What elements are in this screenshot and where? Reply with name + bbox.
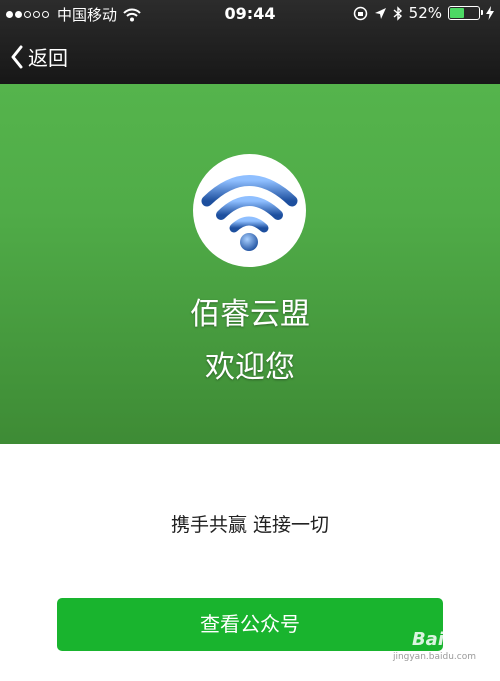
top-bar: 中国移动 09:44 52% 返回 — [0, 0, 500, 84]
status-right: 52% — [353, 4, 494, 22]
charging-bolt-icon — [486, 6, 494, 20]
back-label: 返回 — [28, 46, 68, 70]
battery-icon — [448, 6, 483, 20]
brand-title: 佰睿云盟 — [190, 297, 310, 332]
back-button[interactable]: 返回 — [10, 42, 68, 71]
view-official-account-button[interactable]: 查看公众号 — [57, 598, 443, 651]
chevron-left-icon — [11, 45, 23, 68]
logo-badge — [193, 154, 306, 267]
welcome-banner: 佰睿云盟 欢迎您 — [0, 84, 500, 444]
wifi-logo-icon — [201, 175, 298, 251]
slogan-text: 携手共赢 连接一切 — [170, 514, 330, 536]
watermark-logo: Bai经验 — [411, 629, 480, 650]
bluetooth-icon — [393, 5, 402, 21]
rotation-lock-icon — [353, 6, 367, 20]
welcome-text: 欢迎您 — [205, 350, 295, 385]
nav-bar: 返回 — [0, 28, 500, 84]
status-bar: 中国移动 09:44 52% — [0, 0, 500, 28]
location-arrow-icon — [374, 7, 386, 19]
battery-percent: 52% — [408, 4, 442, 22]
watermark-url: jingyan.baidu.com — [392, 652, 476, 662]
